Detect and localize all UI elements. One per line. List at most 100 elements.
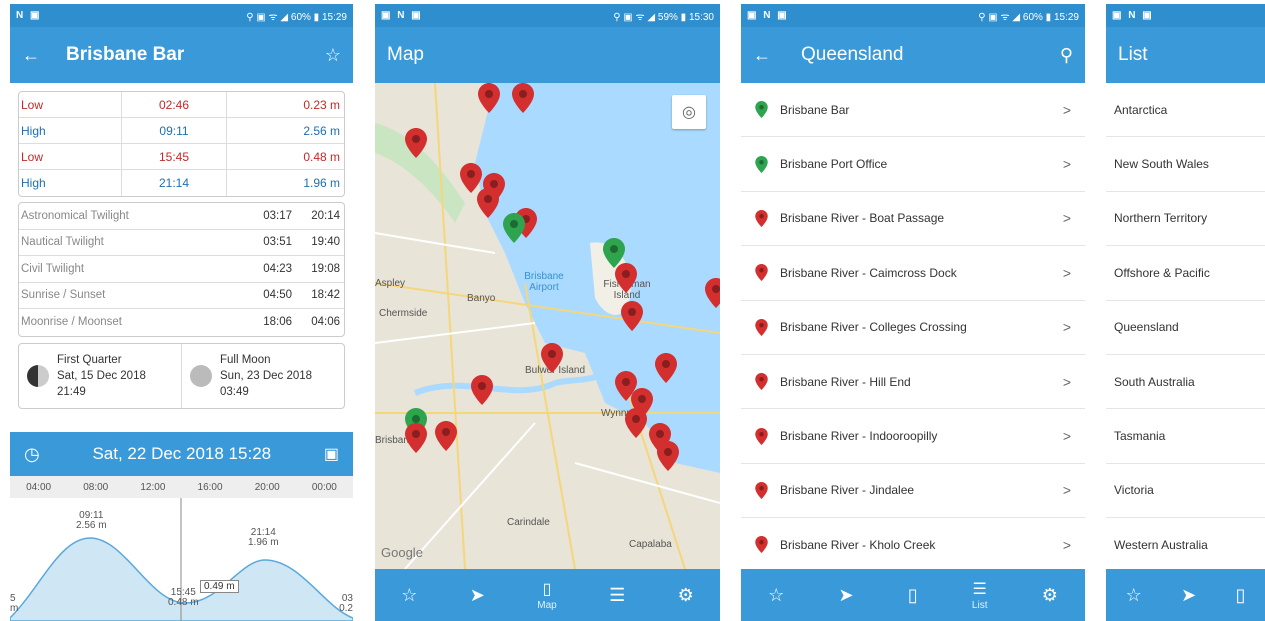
favorites-star-icon[interactable]: ☆ (401, 585, 417, 606)
map-pin-icon[interactable] (471, 375, 493, 405)
region-list-item[interactable]: Victoria (1106, 464, 1265, 519)
app-bar: ← Brisbane Bar ☆ (10, 27, 353, 83)
map-pin-icon[interactable] (405, 128, 427, 158)
navigation-arrow-icon[interactable]: ➤ (470, 585, 485, 606)
map-pin-icon[interactable] (657, 441, 679, 471)
region-list-item[interactable]: Offshore & Pacific (1106, 246, 1265, 301)
station-list-item[interactable]: Brisbane River - Indooroopilly > (741, 409, 1085, 464)
list-tab[interactable]: ☰ List (972, 579, 988, 611)
favorites-star-icon[interactable]: ☆ (1126, 585, 1142, 606)
station-list-item[interactable]: Brisbane River - Kholo Creek > (741, 518, 1085, 573)
navigation-arrow-icon[interactable]: ➤ (1181, 585, 1196, 606)
page-title: Queensland (801, 44, 904, 65)
map-pin-icon[interactable] (477, 188, 499, 218)
clock-icon[interactable]: ◷ (24, 444, 40, 465)
station-name: Brisbane River - Jindalee (780, 483, 915, 498)
tide-row: Low 02:46 0.23 m (19, 92, 344, 118)
low-tide-label: 15:45 0.48 m (168, 587, 199, 608)
station-name: Brisbane River - Colleges Crossing (780, 320, 967, 335)
region-list-item[interactable]: Queensland (1106, 301, 1265, 355)
location-pin-icon (755, 427, 768, 445)
calendar-icon[interactable]: ▣ (324, 444, 339, 464)
map-icon[interactable]: ▯ (1235, 585, 1245, 606)
map-view[interactable]: ◎ Aspley Banyo Chermside Brisbane Airpor… (375, 83, 720, 569)
region-list-item[interactable]: Northern Territory (1106, 192, 1265, 247)
map-pin-icon[interactable] (503, 213, 525, 243)
station-list-item[interactable]: Brisbane River - Boat Passage > (741, 192, 1085, 247)
location-pin-icon (755, 155, 768, 173)
axis-tick: 16:00 (197, 481, 223, 493)
region-list-item[interactable]: Antarctica (1106, 83, 1265, 138)
station-list-item[interactable]: Brisbane River - Hill End > (741, 355, 1085, 410)
sun-row: Civil Twilight 04:23 19:08 (19, 256, 344, 283)
axis-tick: 20:00 (254, 481, 280, 493)
region-list-item[interactable]: Western Australia (1106, 518, 1265, 573)
map-pin-icon[interactable] (625, 408, 647, 438)
station-list-item[interactable]: Brisbane River - Jindalee > (741, 464, 1085, 519)
search-icon[interactable]: ⚲ (1060, 45, 1073, 66)
map-tab[interactable]: ▯ Map (537, 579, 556, 611)
moon-phase-time: 03:49 (220, 385, 249, 398)
chevron-right-icon: > (1062, 101, 1071, 118)
tide-height: 0.48 m (303, 149, 340, 164)
status-bar: ▣ N ▣ ⚲ ▣ ᯤ ◢ 59% ▮ 15:30 (375, 4, 720, 27)
sun-time-a: 04:50 (263, 289, 292, 302)
region-list-item[interactable]: South Australia (1106, 355, 1265, 410)
axis-tick: 08:00 (83, 481, 109, 493)
region-name: Tasmania (1114, 429, 1166, 444)
map-pin-icon[interactable] (435, 421, 457, 451)
tide-chart[interactable]: 04:00 08:00 12:00 16:00 20:00 00:00 09:11 2.56… (10, 476, 353, 621)
list-icon[interactable]: ☰ (609, 585, 625, 606)
date-label: Sat, 22 Dec 2018 15:28 (92, 444, 272, 463)
chevron-right-icon: > (1062, 264, 1071, 281)
tide-table: Low 02:46 0.23 m High 09:11 2.56 m Low 15:45 0.4… (18, 91, 345, 197)
map-pin-icon[interactable] (478, 83, 500, 113)
back-arrow-icon[interactable]: ← (753, 45, 771, 66)
tide-type: Low (21, 149, 44, 164)
station-list-item[interactable]: Brisbane River - Caimcross Dock > (741, 246, 1085, 301)
map-pin-icon[interactable] (541, 343, 563, 373)
tide-row: High 21:14 1.96 m (19, 170, 344, 196)
back-arrow-icon[interactable]: ← (22, 45, 40, 66)
map-pin-icon[interactable] (405, 423, 427, 453)
region-list-item[interactable]: New South Wales (1106, 137, 1265, 192)
map-pin-icon[interactable] (621, 301, 643, 331)
settings-gear-icon[interactable]: ⚙ (1042, 585, 1058, 606)
list-icon: ☰ (972, 581, 987, 598)
chevron-right-icon: > (1062, 482, 1071, 499)
location-pin-icon (755, 536, 768, 554)
station-list-item[interactable]: Brisbane River - Colleges Crossing > (741, 301, 1085, 355)
tide-row: Low 15:45 0.48 m (19, 144, 344, 170)
map-pin-icon[interactable] (615, 263, 637, 293)
region-list-item[interactable]: Tasmania (1106, 409, 1265, 464)
time-axis: 04:00 08:00 12:00 16:00 20:00 00:00 (10, 476, 353, 498)
map-pin-icon[interactable] (705, 278, 720, 308)
region-name: South Australia (1114, 374, 1195, 389)
first-quarter-moon-icon (27, 364, 49, 387)
my-location-button[interactable]: ◎ (672, 95, 706, 129)
chevron-right-icon: > (1062, 536, 1071, 553)
map-label: Capalaba (629, 539, 672, 550)
status-bar: ▣ N ▣ ⚲ ▣ ᯤ ◢ 60% ▮ 15:29 (741, 4, 1085, 27)
navigation-arrow-icon[interactable]: ➤ (838, 585, 853, 606)
chevron-right-icon: > (1062, 210, 1071, 227)
sun-row: Nautical Twilight 03:51 19:40 (19, 230, 344, 256)
sun-label: Sunrise / Sunset (21, 289, 106, 302)
settings-gear-icon[interactable]: ⚙ (678, 585, 694, 606)
star-icon[interactable]: ☆ (325, 45, 341, 66)
sun-time-b: 20:14 (311, 209, 340, 222)
map-icon[interactable]: ▯ (908, 585, 918, 606)
favorites-star-icon[interactable]: ☆ (768, 585, 784, 606)
tide-type: High (21, 123, 46, 138)
region-name: Victoria (1114, 483, 1154, 498)
tide-time: 21:14 (121, 170, 227, 196)
sun-label: Civil Twilight (21, 262, 85, 275)
google-logo: Google (381, 545, 423, 560)
map-pin-icon[interactable] (512, 83, 534, 113)
station-list-item[interactable]: Brisbane Port Office > (741, 137, 1085, 192)
station-list-item[interactable]: Brisbane Bar > (741, 83, 1085, 138)
tide-height: 2.56 m (303, 123, 340, 138)
map-pin-icon[interactable] (655, 353, 677, 383)
region-name: Queensland (1114, 320, 1179, 335)
region-name: Western Australia (1114, 537, 1208, 552)
